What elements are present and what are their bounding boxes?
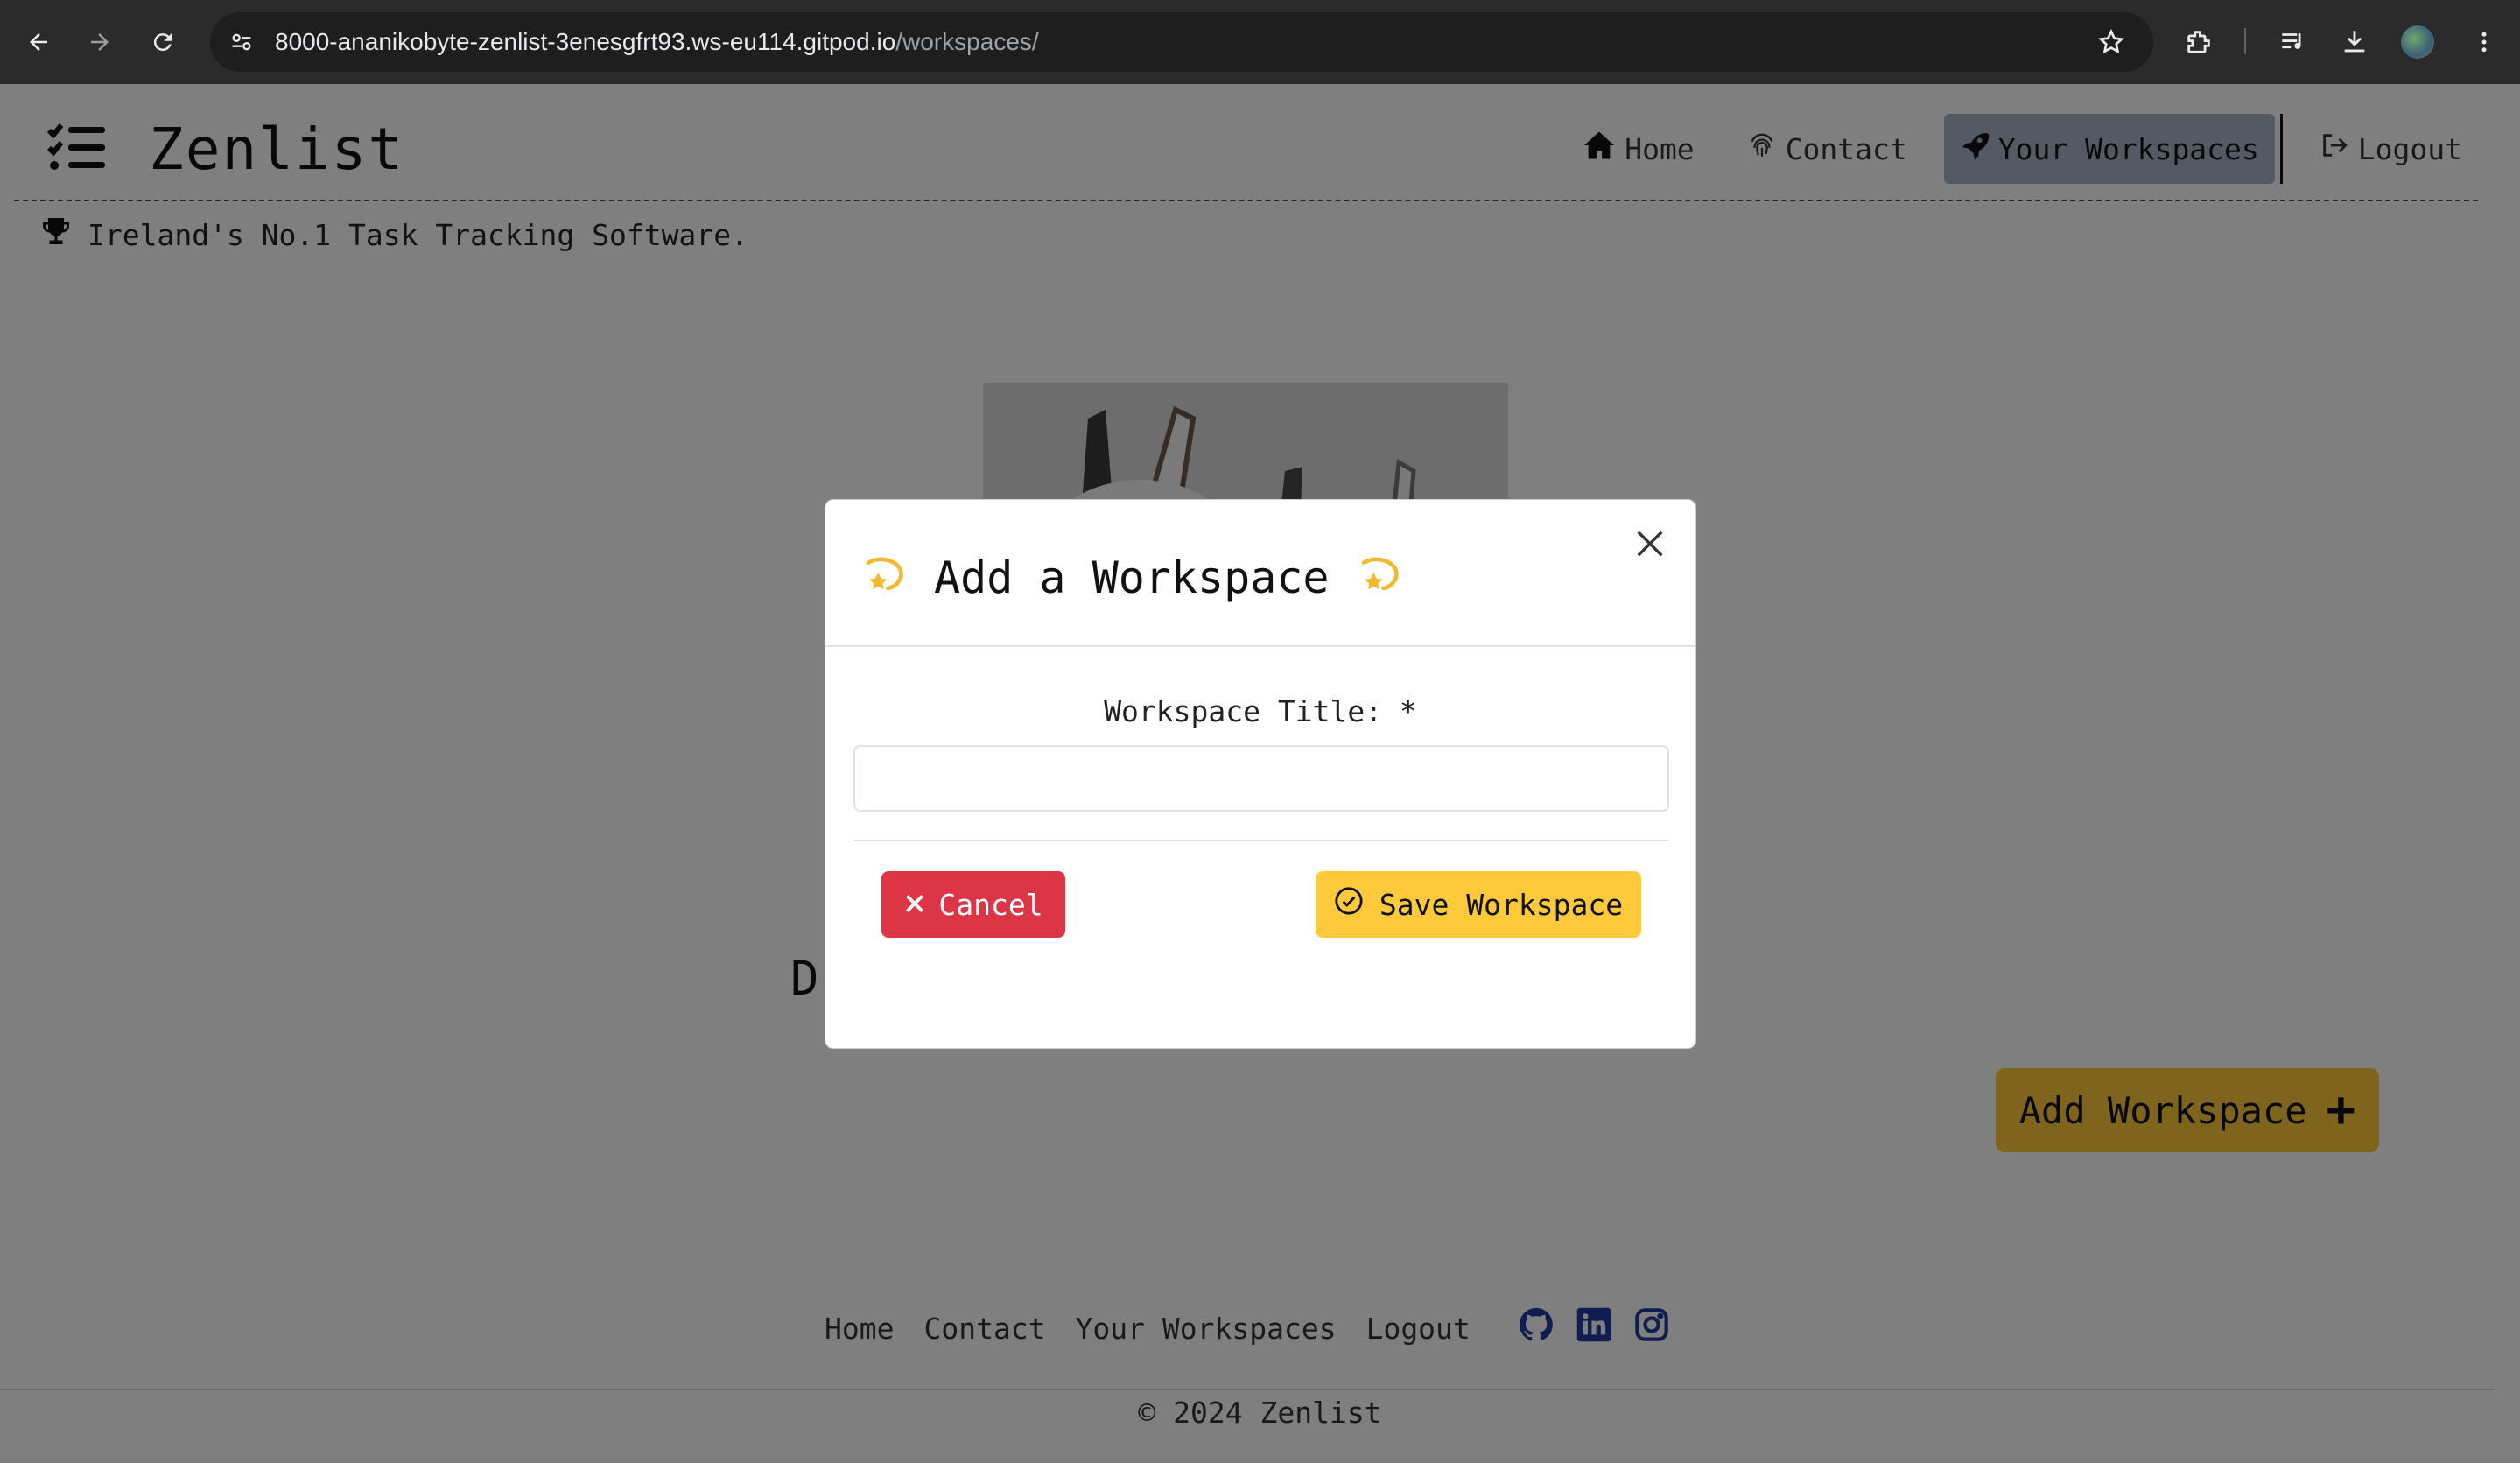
dizzy-star-icon [860,549,908,607]
close-icon[interactable] [1629,523,1671,565]
cancel-label: Cancel [938,887,1043,922]
check-circle-icon [1334,886,1379,923]
cancel-button[interactable]: Cancel [881,871,1065,938]
avatar [2401,25,2434,59]
browser-toolbar: 8000-ananikobyte-zenlist-3enesgfrt93.ws-… [0,0,2520,84]
forward-icon[interactable] [81,23,119,61]
bookmark-star-icon[interactable] [2095,26,2127,58]
address-bar[interactable]: 8000-ananikobyte-zenlist-3enesgfrt93.ws-… [210,12,2153,72]
url-host: 8000-ananikobyte-zenlist-3enesgfrt93.ws-… [275,28,896,55]
url-path: /workspaces/ [895,28,1039,55]
workspace-title-input[interactable] [853,745,1669,812]
modal-title-text: Add a Workspace [934,552,1330,603]
reload-icon[interactable] [144,23,182,61]
modal-divider [853,840,1669,841]
back-icon[interactable] [19,23,58,61]
extensions-icon[interactable] [2180,23,2218,61]
add-workspace-modal: Add a Workspace Workspace Title: * Cance… [825,499,1696,1049]
save-workspace-button[interactable]: Save Workspace [1316,871,1641,938]
url-text: 8000-ananikobyte-zenlist-3enesgfrt93.ws-… [275,28,1039,56]
modal-title: Add a Workspace [860,549,1403,607]
kebab-menu-icon[interactable] [2465,23,2503,61]
profile-avatar[interactable] [2398,23,2437,61]
toolbar-separator [2244,28,2246,54]
download-icon[interactable] [2335,23,2374,61]
media-queue-icon[interactable] [2274,23,2313,61]
modal-header: Add a Workspace [825,500,1695,647]
site-settings-icon[interactable] [226,26,257,58]
close-x-icon [903,888,938,922]
save-workspace-label: Save Workspace [1379,887,1624,922]
workspace-title-label: Workspace Title: * [1104,694,1417,728]
dizzy-star-icon [1356,549,1403,607]
